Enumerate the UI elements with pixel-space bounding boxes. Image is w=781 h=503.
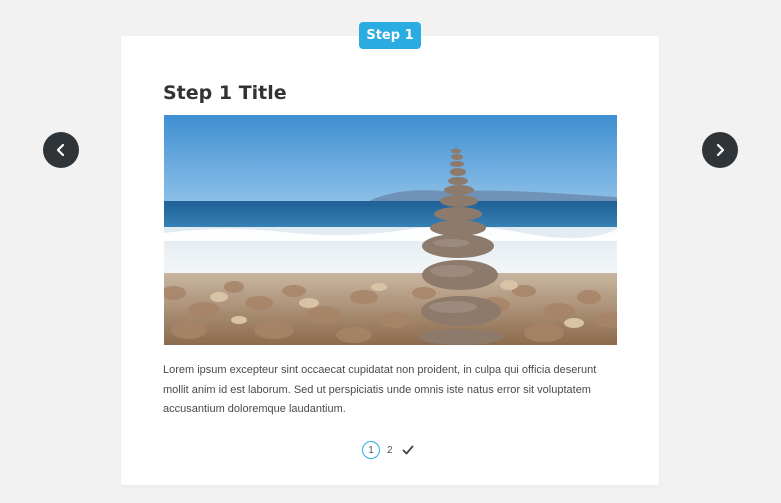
checkmark-icon[interactable]: [402, 444, 414, 456]
step-badge: Step 1: [359, 22, 421, 49]
previous-step-button[interactable]: [43, 132, 79, 168]
pager-step-2[interactable]: 2: [387, 445, 393, 456]
chevron-left-icon: [56, 143, 65, 157]
pager-step-1[interactable]: 1: [362, 441, 380, 459]
step-image: [164, 115, 617, 345]
step-title: Step 1 Title: [163, 82, 287, 104]
step-description: Lorem ipsum excepteur sint occaecat cupi…: [163, 364, 597, 415]
chevron-right-icon: [716, 143, 725, 157]
step-pager: 1 2: [362, 440, 414, 460]
next-step-button[interactable]: [702, 132, 738, 168]
